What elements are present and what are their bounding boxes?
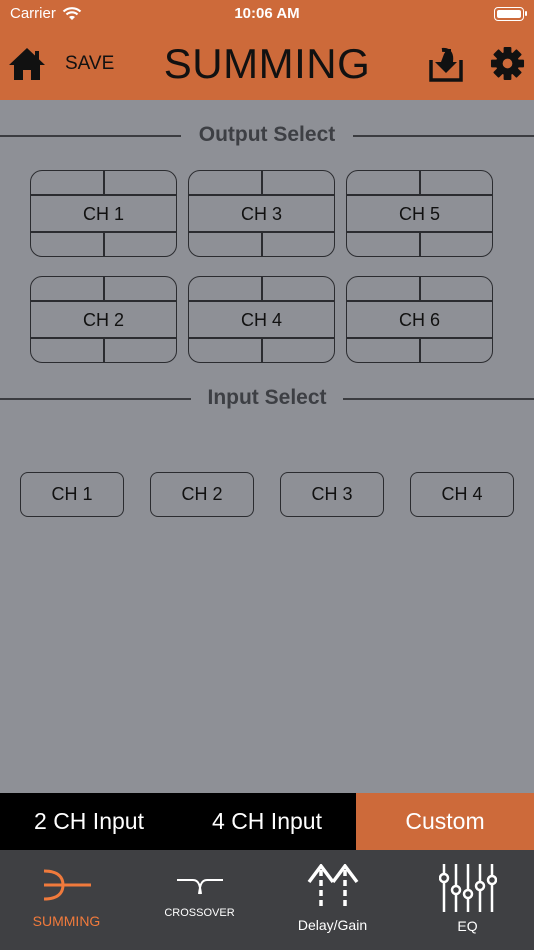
tab-crossover[interactable]: CROSSOVER [133,850,266,950]
gear-icon[interactable] [490,46,525,81]
input-select-heading: Input Select [0,384,534,412]
mode-2ch-input[interactable]: 2 CH Input [0,793,178,850]
output-ch-label: CH 4 [240,310,282,330]
output-ch-3[interactable]: CH 3 [188,170,335,257]
output-ch-label: CH 3 [240,204,282,224]
export-icon[interactable] [428,46,464,82]
status-bar: Carrier 10:06 AM [0,0,534,28]
output-ch-label: CH 6 [398,310,440,330]
output-ch-label: CH 5 [398,204,440,224]
tab-bar: SUMMING CROSSOVER Delay/Gain EQ [0,850,534,950]
tab-delay-gain[interactable]: Delay/Gain [266,850,399,950]
input-ch-1-button[interactable]: CH 1 [20,472,124,517]
delay-gain-icon [307,864,358,910]
output-ch-6[interactable]: CH 6 [346,276,493,363]
output-ch-2[interactable]: CH 2 [30,276,177,363]
output-ch-1[interactable]: CH 1 [30,170,177,257]
output-ch-label: CH 1 [82,204,124,224]
eq-icon [438,864,497,912]
header-bar: Carrier 10:06 AM SAVE SUMMING [0,0,534,100]
summing-icon [43,869,91,901]
input-ch-4-button[interactable]: CH 4 [410,472,514,517]
output-ch-label: CH 2 [82,310,124,330]
tab-eq-label: EQ [457,918,478,934]
tab-summing-label: SUMMING [32,913,101,929]
input-ch-3-button[interactable]: CH 3 [280,472,384,517]
tab-delay-gain-label: Delay/Gain [297,917,368,933]
input-ch-2-button[interactable]: CH 2 [150,472,254,517]
input-mode-bar: 2 CH Input 4 CH Input Custom [0,793,534,850]
battery-icon [494,7,527,21]
output-ch-5[interactable]: CH 5 [346,170,493,257]
output-ch-4[interactable]: CH 4 [188,276,335,363]
tab-crossover-label: CROSSOVER [164,907,235,919]
tab-eq[interactable]: EQ [401,850,534,950]
status-time: 10:06 AM [234,5,300,22]
mode-custom[interactable]: Custom [356,793,534,850]
output-select-heading: Output Select [0,121,534,149]
crossover-icon [176,879,223,895]
mode-4ch-input[interactable]: 4 CH Input [178,793,356,850]
tab-summing[interactable]: SUMMING [0,850,133,950]
